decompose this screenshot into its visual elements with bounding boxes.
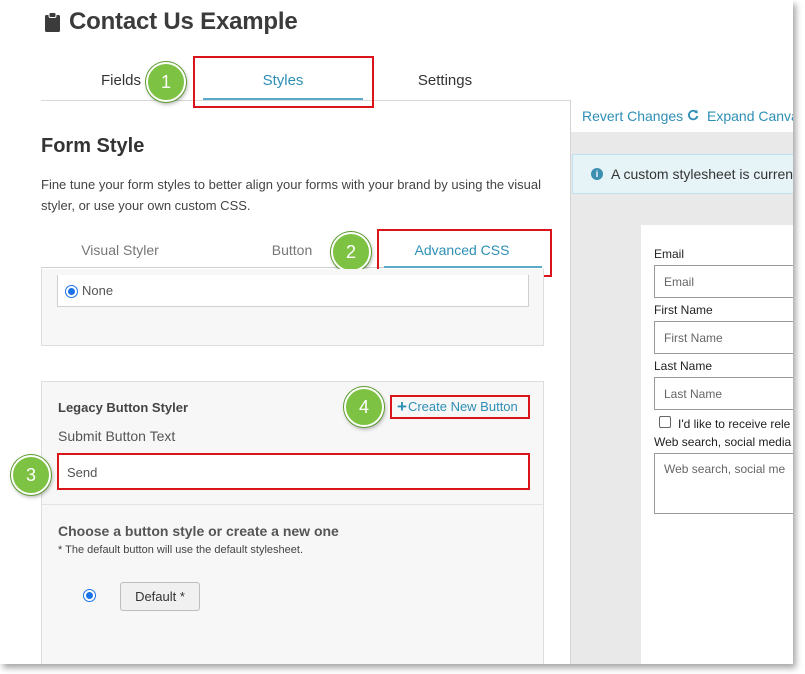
highlight-create-new: [390, 395, 530, 419]
callout-3: 3: [11, 455, 51, 495]
radio-none[interactable]: [65, 285, 78, 298]
email-field[interactable]: Email: [654, 265, 793, 298]
callout-1: 1: [146, 62, 186, 102]
panel-divider: [42, 504, 543, 505]
page-title: Contact Us Example: [69, 8, 298, 35]
opt-in-label: I'd like to receive rele: [678, 417, 791, 431]
highlight-styles-tab: [193, 56, 374, 108]
submit-text-label: Submit Button Text: [58, 428, 176, 444]
web-search-label: Web search, social media: [654, 435, 792, 449]
legacy-button-panel: Legacy Button Styler + Create New Button…: [41, 381, 544, 664]
first-name-label: First Name: [654, 303, 713, 317]
revert-changes-link[interactable]: Revert Changes: [582, 108, 699, 124]
stylesheet-info-banner: i A custom stylesheet is current: [572, 154, 793, 194]
form-style-heading: Form Style: [41, 135, 145, 157]
choose-style-note: * The default button will use the defaul…: [58, 544, 304, 556]
clipboard-icon: [44, 11, 61, 33]
revert-changes-label: Revert Changes: [582, 108, 684, 124]
subtab-visual-styler[interactable]: Visual Styler: [70, 242, 170, 258]
callout-4: 4: [344, 387, 384, 427]
email-label: Email: [654, 247, 685, 261]
tab-settings[interactable]: Settings: [400, 72, 490, 89]
web-search-textarea[interactable]: Web search, social me: [654, 453, 793, 514]
form-style-description: Fine tune your form styles to better ali…: [41, 177, 542, 213]
default-style-button[interactable]: Default *: [120, 582, 200, 611]
callout-2: 2: [331, 232, 371, 272]
info-icon: i: [591, 168, 603, 180]
subtab-button[interactable]: Button: [262, 242, 322, 258]
refresh-icon: [687, 108, 699, 124]
info-text: A custom stylesheet is current: [611, 166, 793, 182]
last-name-field[interactable]: Last Name: [654, 377, 793, 410]
option-none-label: None: [82, 283, 114, 298]
last-name-label: Last Name: [654, 359, 713, 373]
opt-in-checkbox[interactable]: [659, 416, 671, 428]
preview-form: Email Email First Name First Name Last N…: [641, 225, 793, 664]
first-name-field[interactable]: First Name: [654, 321, 793, 354]
page-title-row: Contact Us Example: [44, 8, 298, 36]
option-row-none[interactable]: None: [57, 275, 529, 307]
app-window: Contact Us Example Fields Styles Setting…: [0, 0, 793, 664]
choose-style-heading: Choose a button style or create a new on…: [58, 523, 339, 539]
option-panel: None: [41, 269, 544, 346]
radio-default-style[interactable]: [83, 589, 96, 602]
expand-canvas-link[interactable]: Expand Canva: [707, 108, 793, 124]
legacy-button-heading: Legacy Button Styler: [58, 400, 189, 415]
tab-fields[interactable]: Fields: [96, 72, 146, 89]
highlight-submit-text: [57, 453, 530, 490]
